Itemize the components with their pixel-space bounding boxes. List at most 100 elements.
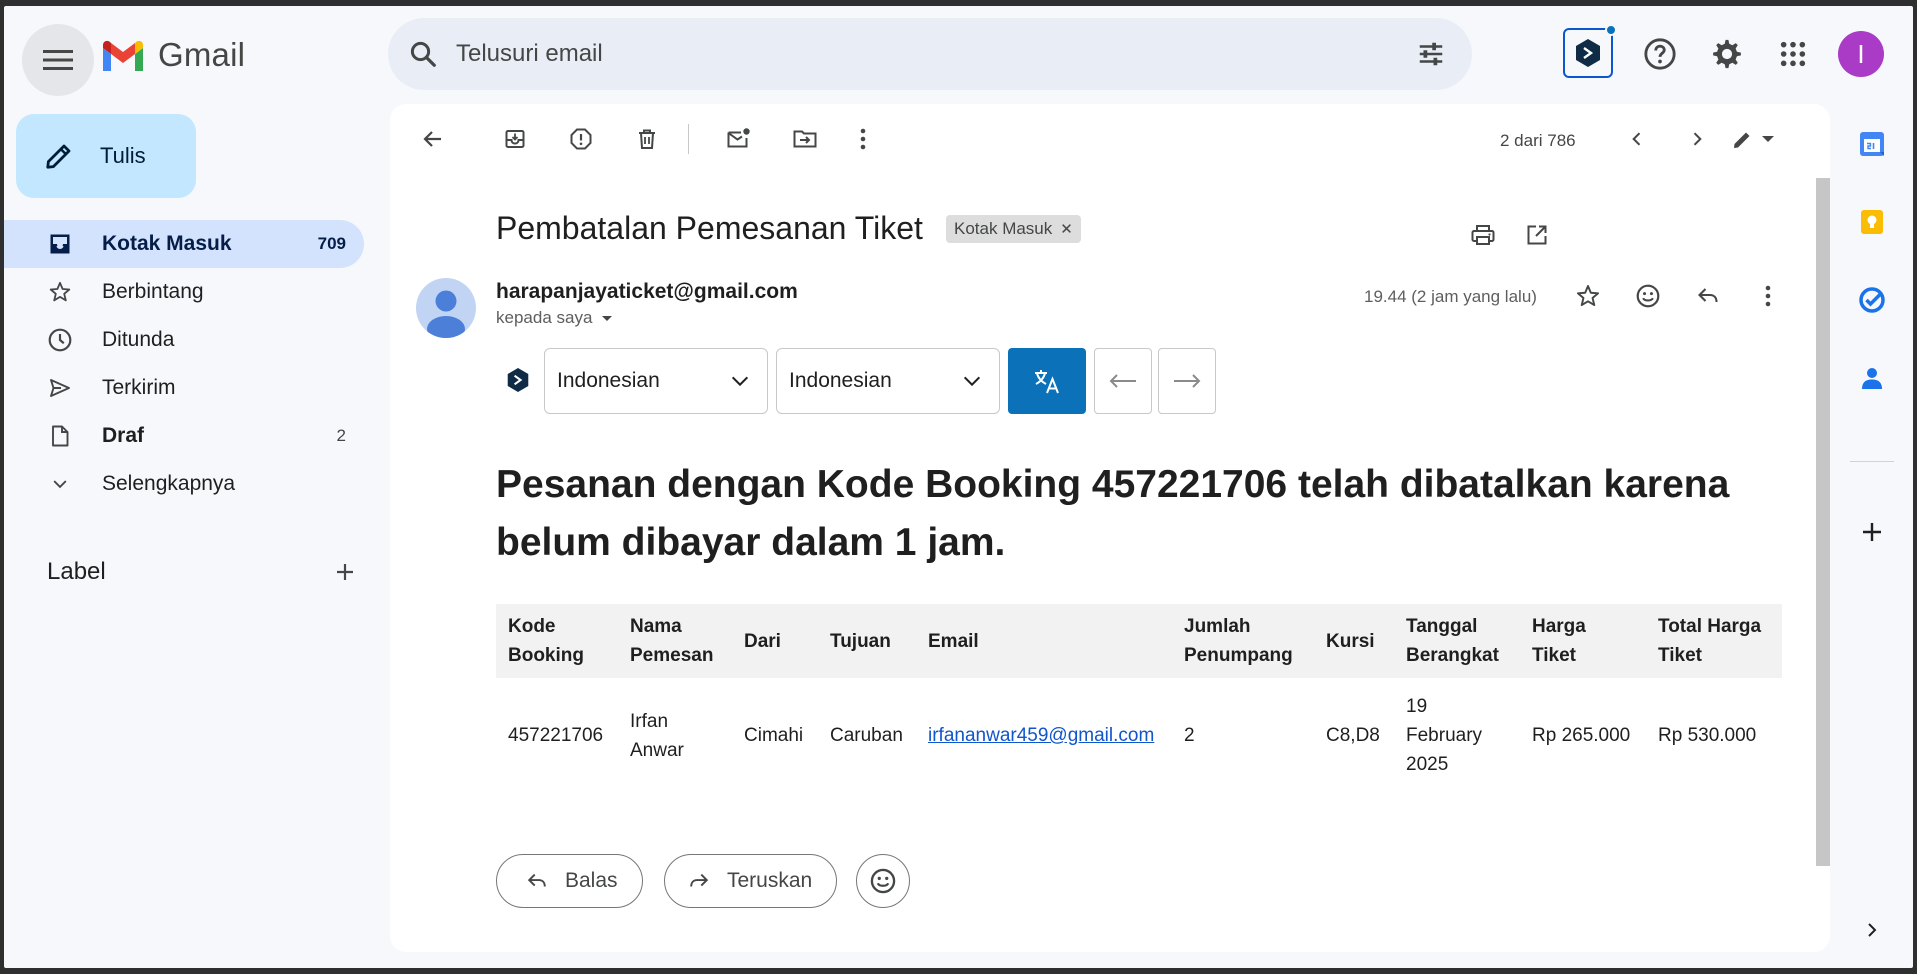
person-icon (427, 290, 465, 338)
reply-action-button[interactable]: Balas (496, 854, 643, 908)
mark-unread-button[interactable] (722, 122, 756, 156)
translate-icon (1035, 370, 1059, 394)
clock-icon (46, 326, 74, 354)
add-reaction-button[interactable] (1628, 276, 1668, 316)
main-menu-button[interactable] (22, 24, 94, 96)
translator-extension-button[interactable] (1563, 24, 1617, 78)
gear-icon (1713, 39, 1741, 69)
previous-translation-button[interactable] (1094, 348, 1152, 414)
help-button[interactable] (1640, 34, 1680, 74)
remove-label-icon[interactable]: ✕ (1060, 220, 1073, 238)
keep-app-button[interactable] (1854, 204, 1890, 240)
sidebar-item-more[interactable]: Selengkapnya (4, 460, 364, 508)
col-harga-tiket: Harga Tiket (1520, 604, 1646, 678)
table-header-row: Kode Booking Nama Pemesan Dari Tujuan Em… (496, 604, 1782, 678)
add-label-icon[interactable] (333, 560, 357, 584)
pencil-icon (46, 144, 71, 169)
toolbar-divider (688, 124, 689, 154)
compose-button[interactable]: Tulis (16, 114, 196, 198)
sender-avatar[interactable] (416, 278, 476, 338)
sidebar-nav: Kotak Masuk 709 Berbintang Ditunda Terki… (4, 220, 368, 508)
side-panel-divider (1850, 461, 1894, 462)
emoji-reaction-button[interactable] (856, 854, 910, 908)
label-chip-text: Kotak Masuk (954, 219, 1053, 238)
email-headline: Pesanan dengan Kode Booking 457221706 te… (496, 463, 1730, 564)
search-input[interactable]: Telusuri email (456, 40, 1416, 68)
chevron-down-icon (46, 470, 74, 498)
move-to-button[interactable] (788, 122, 822, 156)
back-button[interactable] (416, 122, 450, 156)
next-translation-button[interactable] (1158, 348, 1216, 414)
more-options-button[interactable] (846, 122, 880, 156)
delete-button[interactable] (630, 122, 664, 156)
sidebar-item-snoozed[interactable]: Ditunda (4, 316, 364, 364)
report-spam-button[interactable] (564, 122, 598, 156)
search-options-icon[interactable] (1416, 39, 1446, 69)
draft-count: 2 (336, 426, 346, 445)
sender-email[interactable]: harapanjayaticket@gmail.com (496, 280, 798, 304)
pagination-info: 2 dari 786 (1500, 131, 1576, 150)
sidebar-item-drafts[interactable]: Draf 2 (4, 412, 364, 460)
email-toolbar: 2 dari 786 (390, 104, 1830, 168)
sidebar-item-label: Draf (102, 424, 145, 447)
cell-harga-tiket: Rp 265.000 (1532, 725, 1631, 746)
notification-dot (1605, 24, 1617, 36)
open-new-window-button[interactable] (1520, 218, 1554, 252)
gmail-logo[interactable]: Gmail (100, 36, 245, 74)
archive-button[interactable] (498, 122, 532, 156)
sidebar-item-inbox[interactable]: Kotak Masuk 709 (4, 220, 364, 268)
newer-button[interactable] (1620, 122, 1654, 156)
search-bar[interactable]: Telusuri email (388, 18, 1472, 90)
sidebar-item-starred[interactable]: Berbintang (4, 268, 364, 316)
gmail-window: Gmail Telusuri email I Tulis Kotak Masuk… (4, 6, 1913, 968)
col-dari: Dari (732, 604, 818, 678)
email-subject: Pembatalan Pemesanan Tiket (496, 210, 923, 246)
draft-file-icon (46, 422, 74, 450)
print-button[interactable] (1466, 218, 1500, 252)
cell-tujuan: Caruban (830, 725, 903, 746)
sidebar-item-sent[interactable]: Terkirim (4, 364, 364, 412)
tasks-app-button[interactable] (1854, 282, 1890, 318)
col-jumlah-penumpang: Jumlah Penumpang (1172, 604, 1314, 678)
trash-icon (639, 129, 655, 149)
forward-action-button[interactable]: Teruskan (664, 854, 838, 908)
emoji-icon (870, 868, 896, 894)
older-button[interactable] (1680, 122, 1714, 156)
arrow-left-icon (423, 131, 441, 147)
chevron-right-icon (1868, 923, 1877, 937)
email-link[interactable]: irfananwar459@gmail.com (928, 725, 1154, 746)
input-tools-button[interactable] (1724, 122, 1784, 156)
show-side-panel-button[interactable] (1854, 912, 1890, 948)
account-avatar[interactable]: I (1838, 31, 1884, 77)
hamburger-icon (43, 50, 73, 70)
inbox-label-chip[interactable]: Kotak Masuk ✕ (946, 215, 1081, 243)
get-addons-button[interactable] (1854, 514, 1890, 550)
apps-button[interactable] (1773, 34, 1813, 74)
email-timestamp: 19.44 (2 jam yang lalu) (1364, 287, 1537, 306)
forward-icon (690, 873, 709, 887)
cell-jumlah-penumpang: 2 (1184, 725, 1195, 746)
translate-button[interactable] (1008, 348, 1086, 414)
scrollbar[interactable] (1816, 178, 1830, 866)
settings-button[interactable] (1707, 34, 1747, 74)
more-vert-icon (1765, 285, 1771, 307)
search-icon[interactable] (408, 39, 438, 69)
chevron-down-icon (963, 376, 981, 387)
recipient-details[interactable]: kepada saya (496, 308, 616, 328)
message-more-button[interactable] (1748, 276, 1788, 316)
col-kode-booking: Kode Booking (496, 604, 618, 678)
source-language-select[interactable]: Indonesian (544, 348, 768, 414)
recipient-text: kepada saya (496, 308, 593, 327)
reply-button[interactable] (1688, 276, 1728, 316)
contacts-app-button[interactable] (1854, 360, 1890, 396)
star-button[interactable] (1568, 276, 1608, 316)
chevron-down-icon (731, 376, 749, 387)
compose-label: Tulis (100, 143, 146, 168)
cell-nama-pemesan: Irfan Anwar (630, 710, 684, 761)
archive-icon (505, 130, 525, 148)
help-icon (1644, 38, 1676, 70)
target-language-select[interactable]: Indonesian (776, 348, 1000, 414)
calendar-app-button[interactable] (1854, 126, 1890, 162)
labels-heading: Label (47, 558, 106, 585)
col-email: Email (916, 604, 1172, 678)
